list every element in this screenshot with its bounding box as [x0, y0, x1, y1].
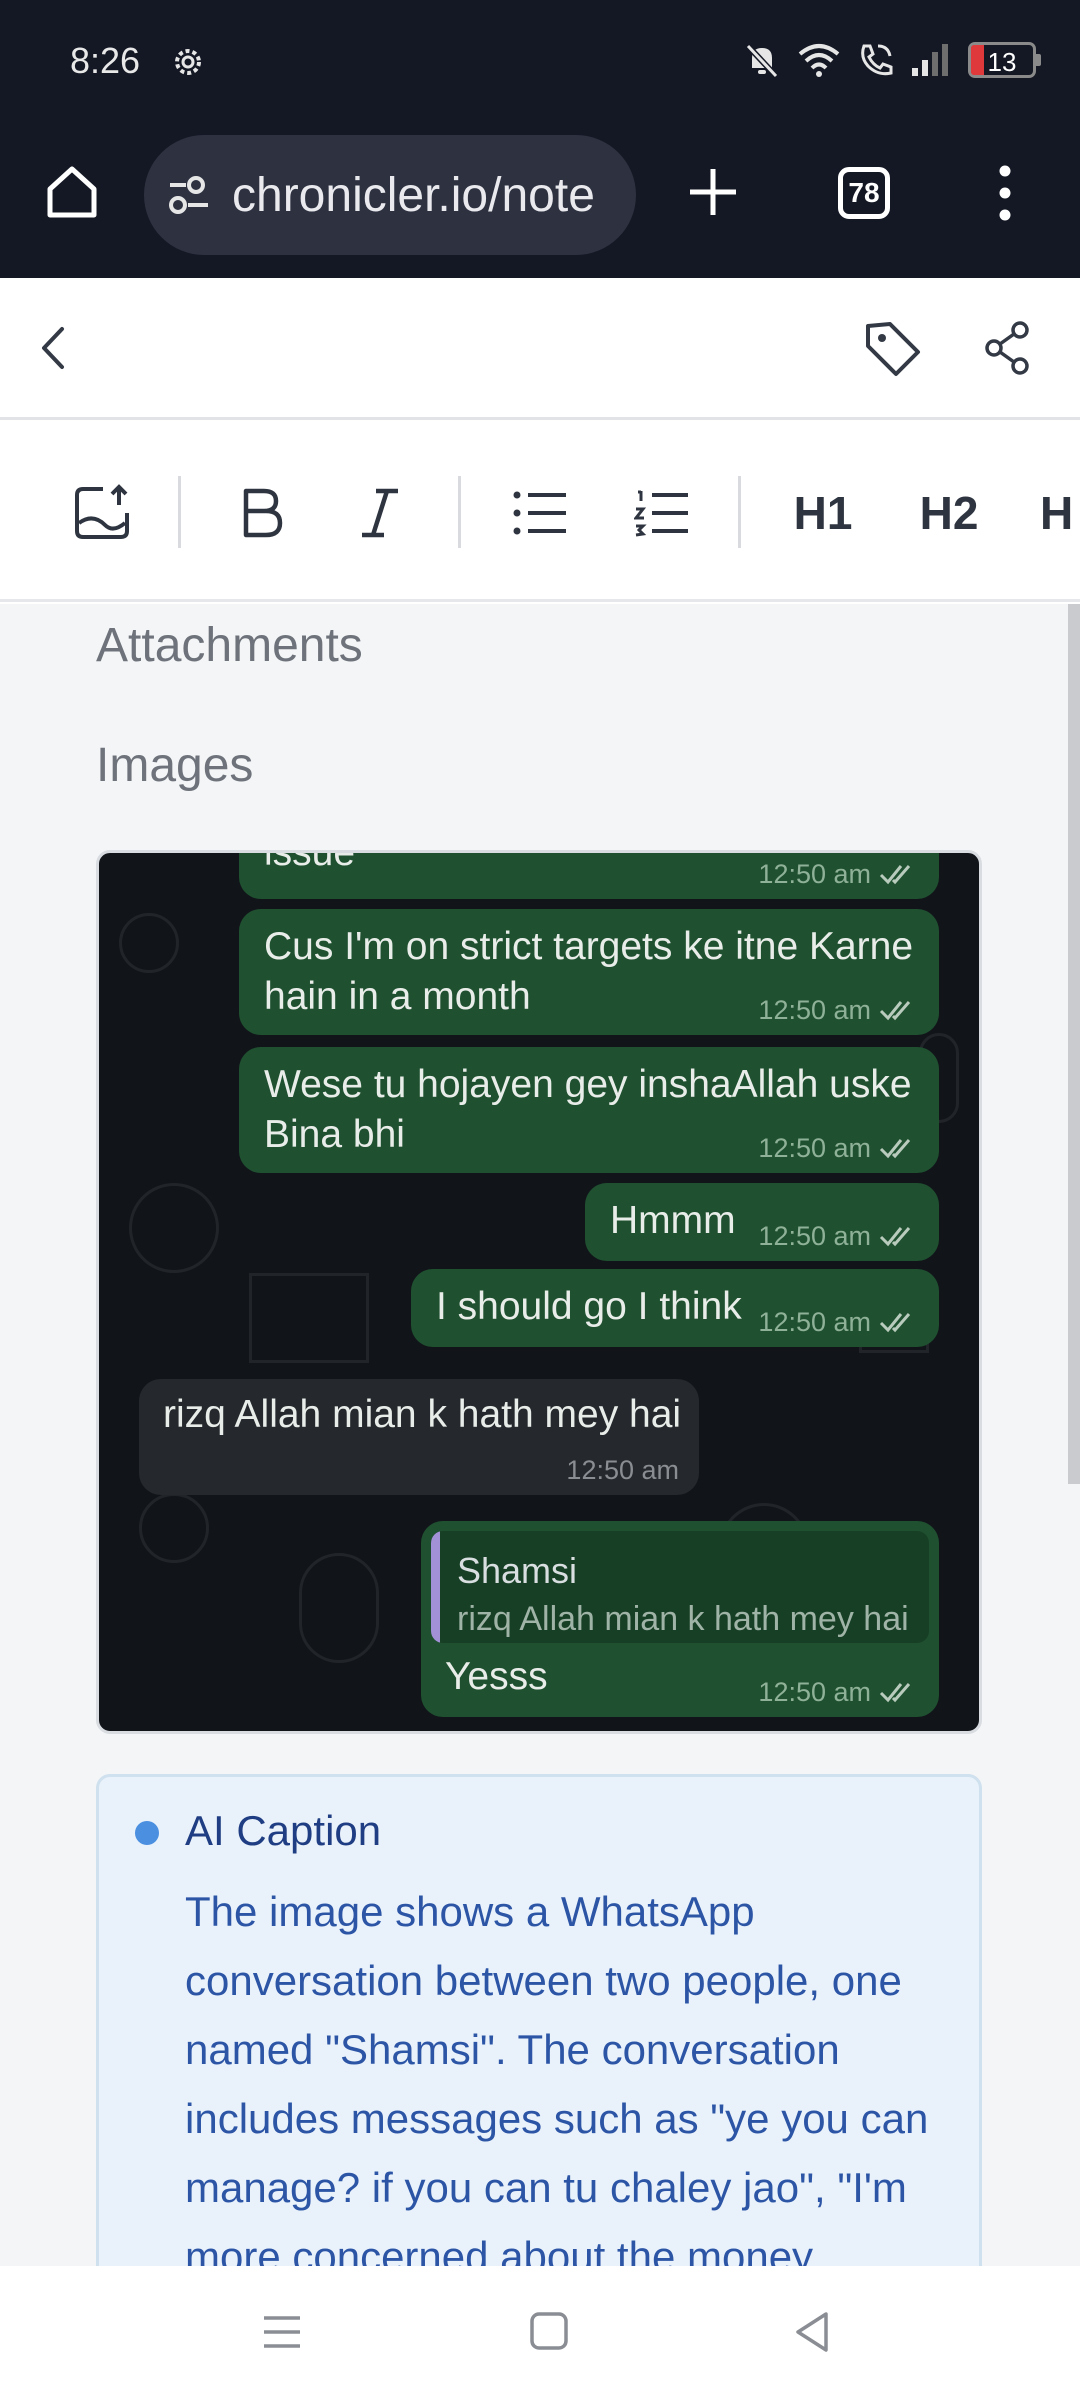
heading-3-button[interactable]: H — [1040, 482, 1080, 544]
attachments-heading: Attachments — [96, 619, 363, 672]
status-bar: 8:26 13 — [0, 0, 1080, 125]
settings-gear-icon — [175, 49, 201, 75]
tag-icon[interactable] — [862, 318, 924, 380]
back-triangle-icon[interactable] — [792, 2310, 832, 2354]
system-nav-bar — [0, 2266, 1080, 2400]
numbered-list-button[interactable] — [632, 482, 692, 544]
toolbar-divider — [738, 476, 741, 548]
chat-message: rizq Allah mian k hath mey hai 12:50 am — [139, 1379, 699, 1495]
caption-bullet-icon — [135, 1821, 159, 1845]
chat-message: I should go I think 12:50 am — [411, 1269, 939, 1347]
site-settings-icon[interactable] — [166, 172, 212, 218]
chat-message: Shamsi rizq Allah mian k hath mey hai Ye… — [421, 1521, 939, 1717]
quoted-text: rizq Allah mian k hath mey hai — [457, 1600, 909, 1638]
address-bar[interactable]: chronicler.io/note — [144, 135, 636, 255]
read-ticks-icon — [879, 1313, 911, 1333]
note-content[interactable]: Attachments Images issue 12:50 am Cus I'… — [0, 604, 1080, 2266]
chat-message: Hmmm 12:50 am — [585, 1183, 939, 1261]
numbered-list-icon — [634, 490, 688, 537]
heading-2-button[interactable]: H2 — [914, 482, 984, 544]
read-ticks-icon — [879, 1139, 911, 1159]
quoted-sender: Shamsi — [457, 1550, 578, 1591]
image-upload-icon — [75, 484, 129, 539]
italic-button[interactable] — [350, 482, 410, 544]
more-menu-icon[interactable] — [990, 163, 1020, 223]
note-header — [0, 278, 1080, 420]
back-chevron-icon[interactable] — [36, 323, 72, 373]
heading-1-button[interactable]: H1 — [788, 482, 858, 544]
images-heading: Images — [96, 739, 254, 792]
upload-image-button[interactable] — [72, 482, 134, 544]
italic-icon — [362, 488, 398, 538]
url-text: chronicler.io/note — [232, 168, 595, 222]
scrollbar[interactable] — [1068, 604, 1080, 1484]
wifi-icon — [798, 44, 840, 77]
formatting-toolbar: H1 H2 H — [0, 422, 1080, 602]
home-icon[interactable] — [42, 161, 102, 221]
mute-bell-icon — [745, 43, 779, 79]
ai-caption-title: AI Caption — [185, 1807, 382, 1854]
toolbar-divider — [458, 476, 461, 548]
read-ticks-icon — [879, 1227, 911, 1247]
chat-message: Cus I'm on strict targets ke itne Karne … — [239, 909, 939, 1035]
bold-icon — [243, 488, 283, 538]
toolbar-divider — [178, 476, 181, 548]
attached-image[interactable]: issue 12:50 am Cus I'm on strict targets… — [96, 850, 982, 1734]
ai-caption-text: The image shows a WhatsApp conversation … — [185, 1888, 929, 2266]
chat-message: Wese tu hojayen gey inshaAllah uske Bina… — [239, 1047, 939, 1173]
signal-icon — [912, 44, 948, 76]
tab-switcher-button[interactable]: 78 — [838, 167, 890, 219]
home-square-icon[interactable] — [528, 2310, 570, 2352]
wifi-call-icon — [861, 44, 893, 76]
bullet-list-button[interactable] — [510, 482, 570, 544]
chat-message: issue 12:50 am — [239, 853, 939, 899]
browser-toolbar: chronicler.io/note 78 — [0, 125, 1080, 278]
read-ticks-icon — [879, 865, 911, 885]
battery-icon: 13 — [968, 42, 1041, 78]
recents-menu-icon[interactable] — [262, 2310, 302, 2354]
quoted-message: Shamsi rizq Allah mian k hath mey hai — [431, 1531, 929, 1643]
share-icon[interactable] — [984, 320, 1030, 376]
new-tab-icon[interactable] — [686, 165, 740, 219]
ai-caption-card: AI Caption The image shows a WhatsApp co… — [96, 1774, 982, 2266]
read-ticks-icon — [879, 1683, 911, 1703]
bold-button[interactable] — [232, 482, 292, 544]
battery-level: 13 — [987, 47, 1017, 77]
read-ticks-icon — [879, 1001, 911, 1021]
bullet-list-icon — [513, 491, 566, 535]
clock: 8:26 — [70, 40, 141, 81]
